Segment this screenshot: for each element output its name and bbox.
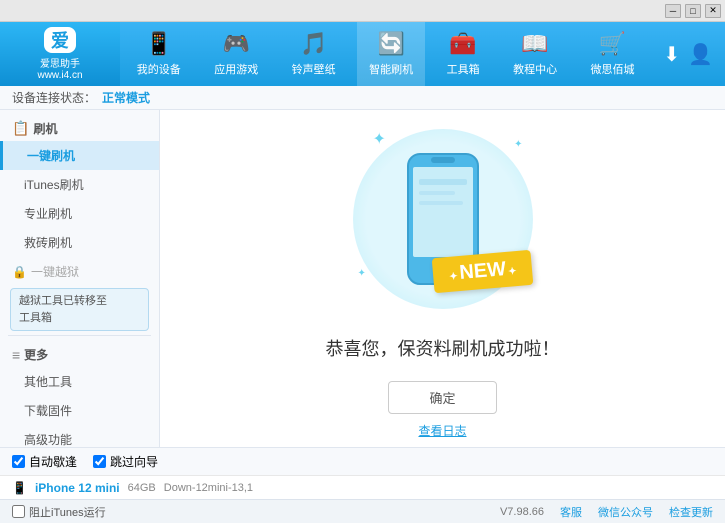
- auto-close-input[interactable]: [12, 455, 25, 468]
- sidebar-item-other-tools[interactable]: 其他工具: [0, 367, 159, 396]
- device-name: iPhone 12 mini: [35, 481, 120, 495]
- lock-icon: 🔒: [12, 265, 27, 279]
- sidebar: 📋 刷机 一键刷机 iTunes刷机 专业刷机 救砖刷机 🔒 一键越狱 越狱工具…: [0, 110, 160, 447]
- nav-smart-flash[interactable]: 🔄 智能刷机: [357, 22, 425, 86]
- maximize-button[interactable]: □: [685, 4, 701, 18]
- stop-itunes-checkbox[interactable]: [12, 505, 25, 518]
- wechat-store-icon: 🛒: [599, 31, 626, 57]
- device-storage: 64GB: [128, 482, 156, 494]
- version-label: V7.98.66: [500, 506, 544, 518]
- other-tools-label: 其他工具: [24, 375, 72, 389]
- nav-wechat-store-label: 微思佰城: [591, 61, 635, 77]
- service-link[interactable]: 客服: [560, 504, 582, 520]
- connection-status-bar: 设备连接状态： 正常模式: [0, 86, 725, 110]
- sparkle-3: ✦: [358, 268, 366, 279]
- skip-wizard-checkbox[interactable]: 跳过向导: [93, 453, 158, 470]
- stop-itunes-label: 阻止iTunes运行: [29, 504, 106, 520]
- nav-wechat-store[interactable]: 🛒 微思佰城: [579, 22, 647, 86]
- check-update-link[interactable]: 检查更新: [669, 504, 713, 520]
- jailbreak-info-box: 越狱工具已转移至工具箱: [10, 288, 149, 331]
- wechat-public-link[interactable]: 微信公众号: [598, 504, 653, 520]
- apps-games-icon: 🎮: [223, 31, 250, 57]
- top-nav: 爱 爱思助手 www.i4.cn 📱 我的设备 🎮 应用游戏 🎵 铃声壁纸 🔄 …: [0, 22, 725, 86]
- bottom-right: V7.98.66 客服 微信公众号 检查更新: [500, 504, 713, 520]
- my-device-icon: 📱: [145, 31, 172, 57]
- flash-section-label: 刷机: [33, 120, 57, 137]
- nav-my-device-label: 我的设备: [137, 61, 181, 77]
- success-text: 恭喜您，保资料刷机成功啦！: [326, 335, 560, 361]
- sidebar-item-one-click-flash[interactable]: 一键刷机: [0, 141, 159, 170]
- connection-mode: 正常模式: [102, 89, 150, 106]
- nav-ringtone-label: 铃声壁纸: [292, 61, 336, 77]
- nav-smart-flash-label: 智能刷机: [369, 61, 413, 77]
- smart-flash-icon: 🔄: [377, 31, 404, 57]
- more-section-icon: ≡: [12, 347, 20, 363]
- pro-flash-label: 专业刷机: [24, 207, 72, 221]
- sidebar-divider: [8, 335, 151, 336]
- one-click-flash-label: 一键刷机: [27, 149, 75, 163]
- ringtone-icon: 🎵: [300, 31, 327, 57]
- device-bar: 📱 iPhone 12 mini 64GB Down-12mini-13,1: [0, 475, 725, 499]
- sidebar-item-download-firmware[interactable]: 下载固件: [0, 396, 159, 425]
- connection-label: 设备连接状态：: [12, 89, 96, 106]
- sparkle-2: ✦: [514, 139, 522, 150]
- logo-icon: 爱: [44, 27, 76, 53]
- skip-wizard-input[interactable]: [93, 455, 106, 468]
- download-firmware-label: 下载固件: [24, 404, 72, 418]
- nav-tutorial-label: 教程中心: [513, 61, 557, 77]
- user-button[interactable]: 👤: [688, 42, 713, 67]
- skip-wizard-label: 跳过向导: [110, 453, 158, 470]
- phone-illustration: ✦ ✦ ✦ NEW: [343, 119, 543, 319]
- nav-my-device[interactable]: 📱 我的设备: [125, 22, 193, 86]
- jailbreak-info-text: 越狱工具已转移至工具箱: [19, 295, 107, 324]
- view-log-link[interactable]: 查看日志: [418, 422, 466, 439]
- nav-items: 📱 我的设备 🎮 应用游戏 🎵 铃声壁纸 🔄 智能刷机 🧰 工具箱 📖: [120, 22, 651, 86]
- sidebar-locked-jailbreak: 🔒 一键越狱: [0, 257, 159, 284]
- sidebar-item-itunes-flash[interactable]: iTunes刷机: [0, 170, 159, 199]
- device-model: Down-12mini-13,1: [164, 482, 253, 494]
- auto-close-checkbox[interactable]: 自动歇逢: [12, 453, 77, 470]
- device-phone-icon: 📱: [12, 481, 27, 495]
- sidebar-item-rescue-flash[interactable]: 救砖刷机: [0, 228, 159, 257]
- jailbreak-label: 一键越狱: [31, 263, 79, 280]
- toolbox-icon: 🧰: [449, 31, 476, 57]
- bottom-left: 阻止iTunes运行: [12, 504, 500, 520]
- tutorial-icon: 📖: [521, 31, 548, 57]
- download-button[interactable]: ⬇: [663, 42, 680, 67]
- nav-toolbox-label: 工具箱: [447, 61, 480, 77]
- advanced-label: 高级功能: [24, 433, 72, 447]
- itunes-flash-label: iTunes刷机: [24, 178, 84, 192]
- nav-apps-games-label: 应用游戏: [214, 61, 258, 77]
- sparkle-1: ✦: [373, 129, 386, 149]
- nav-ringtone[interactable]: 🎵 铃声壁纸: [280, 22, 348, 86]
- logo-area: 爱 爱思助手 www.i4.cn: [0, 22, 120, 86]
- content-row: 📋 刷机 一键刷机 iTunes刷机 专业刷机 救砖刷机 🔒 一键越狱 越狱工具…: [0, 110, 725, 447]
- sidebar-section-flash: 📋 刷机: [0, 114, 159, 141]
- logo-line1: 爱思助手: [40, 55, 80, 70]
- title-bar: ─ □ ✕: [0, 0, 725, 22]
- nav-tutorial[interactable]: 📖 教程中心: [501, 22, 569, 86]
- flash-section-icon: 📋: [12, 120, 29, 137]
- logo-line2: www.i4.cn: [37, 70, 82, 81]
- sidebar-item-pro-flash[interactable]: 专业刷机: [0, 199, 159, 228]
- nav-toolbox[interactable]: 🧰 工具箱: [435, 22, 492, 86]
- sidebar-item-advanced[interactable]: 高级功能: [0, 425, 159, 447]
- more-section-label: 更多: [24, 346, 48, 363]
- status-checkbox-bar: 自动歇逢 跳过向导: [0, 447, 725, 475]
- rescue-flash-label: 救砖刷机: [24, 236, 72, 250]
- app-window: ─ □ ✕ 爱 爱思助手 www.i4.cn 📱 我的设备 🎮 应用游戏 🎵 铃…: [0, 0, 725, 523]
- nav-right: ⬇ 👤: [651, 42, 725, 67]
- nav-apps-games[interactable]: 🎮 应用游戏: [202, 22, 270, 86]
- title-bar-controls: ─ □ ✕: [665, 4, 721, 18]
- auto-close-label: 自动歇逢: [29, 453, 77, 470]
- sidebar-section-more: ≡ 更多: [0, 340, 159, 367]
- minimize-button[interactable]: ─: [665, 4, 681, 18]
- main-content: ✦ ✦ ✦ NEW 恭喜您，保资料刷机成功啦！: [160, 110, 725, 447]
- confirm-button[interactable]: 确定: [388, 381, 496, 414]
- bottom-bar: 阻止iTunes运行 V7.98.66 客服 微信公众号 检查更新: [0, 499, 725, 523]
- close-button[interactable]: ✕: [705, 4, 721, 18]
